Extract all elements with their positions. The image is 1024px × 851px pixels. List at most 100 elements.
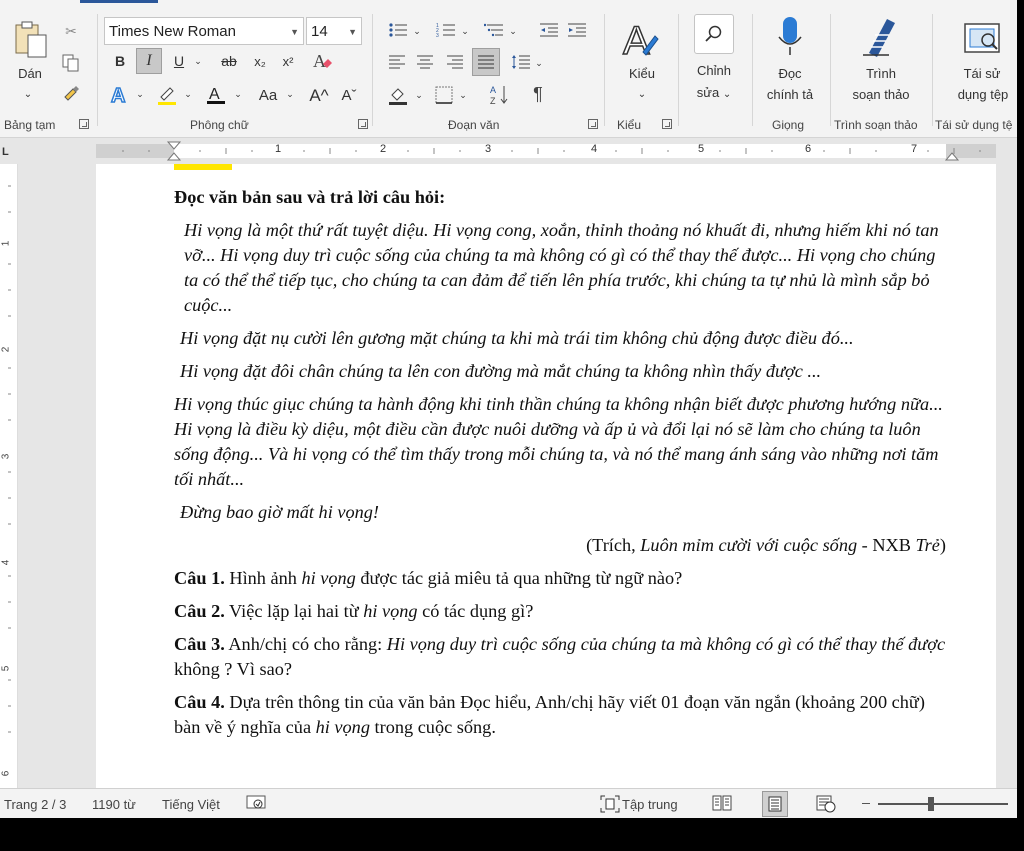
highlight-color-icon[interactable]	[154, 82, 180, 106]
clear-formatting-icon[interactable]: A	[308, 48, 336, 74]
question-2[interactable]: Câu 2. Việc lặp lại hai từ hi vọng có tá…	[174, 599, 954, 624]
reuse-files-icon[interactable]	[960, 16, 1004, 60]
chevron-down-icon[interactable]: ⌄	[134, 86, 146, 102]
paste-icon[interactable]	[8, 18, 52, 62]
subscript-button[interactable]: x₂	[248, 50, 272, 72]
question-4[interactable]: Câu 4. Dựa trên thông tin của văn bản Đọ…	[174, 690, 954, 740]
font-launcher[interactable]	[358, 119, 368, 129]
separator	[932, 14, 933, 126]
doc-source[interactable]: (Trích, Luôn mỉm cười với cuộc sống - NX…	[174, 533, 954, 558]
chevron-down-icon[interactable]: ⌄	[182, 86, 194, 102]
question-label: Câu 2.	[174, 601, 225, 621]
justify-icon[interactable]	[472, 48, 500, 76]
shading-icon[interactable]	[386, 84, 410, 106]
numbering-icon[interactable]: 123	[434, 20, 458, 40]
paste-label[interactable]: Dán	[10, 63, 50, 84]
chevron-down-icon[interactable]: ⌄	[284, 86, 296, 102]
underline-button[interactable]: U	[168, 50, 190, 72]
editor-label-1[interactable]: Trình	[844, 63, 918, 84]
italic-button[interactable]: I	[136, 48, 162, 74]
page-count[interactable]: Trang 2 / 3	[4, 797, 66, 812]
align-center-icon[interactable]	[414, 52, 436, 72]
vruler-number: 4	[0, 559, 12, 566]
doc-paragraph[interactable]: Hi vọng đặt nụ cười lên gương mặt chúng …	[174, 326, 954, 351]
question-text: Anh/chị có cho rằng:	[224, 634, 387, 654]
reuse-label-2[interactable]: dụng tệp	[944, 84, 1022, 105]
font-size-select[interactable]: 14 ▼	[306, 17, 362, 45]
increase-indent-icon[interactable]	[566, 20, 588, 40]
styles-launcher[interactable]	[662, 119, 672, 129]
strikethrough-button[interactable]: ab	[216, 50, 242, 72]
document-body[interactable]: Đọc văn bản sau và trả lời câu hỏi: Hi v…	[174, 185, 954, 748]
separator	[372, 14, 373, 126]
print-layout-icon[interactable]	[762, 791, 788, 817]
line-spacing-icon[interactable]	[510, 52, 532, 72]
copy-icon[interactable]	[60, 52, 82, 74]
paste-chevron-icon[interactable]: ⌄	[20, 88, 36, 102]
shrink-font-button[interactable]: Aˇ	[336, 84, 362, 106]
doc-paragraph[interactable]: Hi vọng là một thứ rất tuyệt diệu. Hi vọ…	[174, 218, 954, 318]
doc-paragraph[interactable]: Hi vọng thúc giục chúng ta hành động khi…	[174, 392, 954, 492]
chevron-down-icon[interactable]: ⌄	[534, 56, 544, 70]
zoom-slider[interactable]	[878, 803, 1008, 805]
horizontal-ruler[interactable]: L 1 2 3 4 5 6 7	[0, 138, 1024, 164]
change-case-button[interactable]: Aa	[252, 84, 284, 106]
chevron-down-icon[interactable]: ⌄	[232, 86, 244, 102]
focus-icon[interactable]	[600, 795, 620, 816]
text-effects-icon[interactable]: A	[108, 82, 132, 106]
chevron-down-icon[interactable]: ⌄	[460, 24, 470, 38]
focus-mode-label[interactable]: Tập trung	[622, 797, 678, 812]
vertical-ruler[interactable]: 1 2 3 4 5 6	[0, 164, 18, 788]
multilevel-list-icon[interactable]	[482, 20, 506, 40]
decrease-indent-icon[interactable]	[538, 20, 560, 40]
language-indicator[interactable]: Tiếng Việt	[162, 797, 220, 812]
web-layout-icon[interactable]	[816, 795, 836, 816]
styles-icon[interactable]: A	[618, 18, 664, 62]
dictate-label-2[interactable]: chính tả	[758, 84, 822, 105]
dictate-label-1[interactable]: Đọc	[762, 63, 818, 84]
question-1[interactable]: Câu 1. Hình ảnh hi vọng được tác giả miê…	[174, 566, 954, 591]
zoom-out-button[interactable]	[862, 803, 870, 804]
question-label: Câu 3.	[174, 634, 225, 654]
editing-label-1[interactable]: Chỉnh	[690, 60, 738, 81]
styles-label[interactable]: Kiểu	[618, 63, 666, 84]
doc-paragraph[interactable]: Hi vọng đặt đôi chân chúng ta lên con đư…	[174, 359, 954, 384]
search-icon[interactable]	[694, 14, 734, 54]
underline-chevron-icon[interactable]: ⌄	[192, 52, 204, 70]
source-publisher: Trẻ	[915, 535, 940, 555]
editor-icon[interactable]	[856, 14, 906, 58]
borders-icon[interactable]	[432, 84, 456, 106]
reuse-label-1[interactable]: Tái sử	[950, 63, 1014, 84]
chevron-down-icon[interactable]: ⌄	[458, 88, 468, 102]
align-right-icon[interactable]	[444, 52, 466, 72]
document-page[interactable]: Đọc văn bản sau và trả lời câu hỏi: Hi v…	[96, 164, 996, 788]
bold-button[interactable]: B	[108, 50, 132, 72]
svg-text:A: A	[490, 85, 496, 95]
cut-icon[interactable]: ✂	[60, 20, 82, 42]
paragraph-launcher[interactable]	[588, 119, 598, 129]
read-mode-icon[interactable]	[712, 795, 732, 814]
accessibility-icon[interactable]	[246, 795, 266, 814]
zoom-slider-thumb[interactable]	[928, 797, 934, 811]
doc-paragraph[interactable]: Đừng bao giờ mất hi vọng!	[174, 500, 954, 525]
grow-font-button[interactable]: A^	[306, 84, 332, 106]
chevron-down-icon[interactable]: ⌄	[412, 24, 422, 38]
show-formatting-button[interactable]: ¶	[526, 82, 550, 106]
font-color-icon[interactable]: A	[204, 82, 228, 106]
microphone-icon[interactable]	[772, 14, 808, 58]
question-3[interactable]: Câu 3. Anh/chị có cho rằng: Hi vọng duy …	[174, 632, 954, 682]
doc-heading[interactable]: Đọc văn bản sau và trả lời câu hỏi:	[174, 185, 954, 210]
editing-label-2[interactable]: sửa ⌄	[690, 82, 738, 105]
bullets-icon[interactable]	[386, 20, 410, 40]
align-left-icon[interactable]	[386, 52, 408, 72]
format-painter-icon[interactable]	[60, 82, 82, 104]
word-count[interactable]: 1190 từ	[92, 797, 136, 812]
clipboard-launcher[interactable]	[79, 119, 89, 129]
chevron-down-icon[interactable]: ⌄	[508, 24, 518, 38]
superscript-button[interactable]: x²	[276, 50, 300, 72]
editor-label-2[interactable]: soạn thảo	[842, 84, 920, 105]
font-name-select[interactable]: Times New Roman ▼	[104, 17, 304, 45]
sort-button[interactable]: AZ	[486, 82, 514, 108]
chevron-down-icon[interactable]: ⌄	[634, 88, 650, 102]
chevron-down-icon[interactable]: ⌄	[414, 88, 424, 102]
